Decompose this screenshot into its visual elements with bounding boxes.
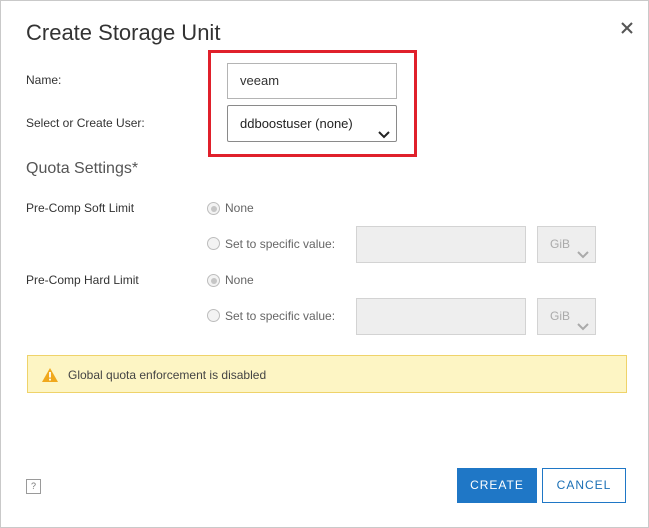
help-icon[interactable]: ? — [26, 479, 41, 494]
soft-unit-select[interactable]: GiB — [537, 226, 596, 263]
hard-limit-label: Pre-Comp Hard Limit — [26, 273, 139, 287]
chevron-down-icon — [577, 239, 589, 274]
name-label: Name: — [26, 73, 62, 87]
hard-none-radio[interactable] — [207, 274, 220, 287]
highlight-box — [208, 50, 417, 157]
soft-unit-value: GiB — [550, 237, 571, 251]
soft-limit-label: Pre-Comp Soft Limit — [26, 201, 135, 215]
create-storage-unit-dialog: Create Storage Unit Name: veeam Select o… — [0, 0, 649, 528]
hard-specific-radio[interactable] — [207, 309, 220, 322]
soft-specific-radio[interactable] — [207, 237, 220, 250]
warning-icon — [41, 367, 59, 388]
create-button[interactable]: CREATE — [457, 468, 537, 503]
hard-specific-label: Set to specific value: — [225, 309, 336, 323]
close-icon[interactable] — [616, 17, 638, 39]
hard-unit-select[interactable]: GiB — [537, 298, 596, 335]
soft-none-radio[interactable] — [207, 202, 220, 215]
quota-warning-banner: Global quota enforcement is disabled — [27, 355, 627, 393]
chevron-down-icon — [577, 311, 589, 346]
hard-value-input[interactable] — [356, 298, 526, 335]
soft-value-input[interactable] — [356, 226, 526, 263]
quota-settings-title: Quota Settings* — [26, 160, 139, 177]
soft-specific-label: Set to specific value: — [225, 237, 336, 251]
hard-unit-value: GiB — [550, 309, 571, 323]
user-label: Select or Create User: — [26, 116, 145, 130]
warning-text: Global quota enforcement is disabled — [68, 368, 267, 382]
soft-none-label: None — [225, 201, 254, 215]
dialog-title: Create Storage Unit — [26, 20, 221, 45]
cancel-button[interactable]: CANCEL — [542, 468, 626, 503]
hard-none-label: None — [225, 273, 254, 287]
